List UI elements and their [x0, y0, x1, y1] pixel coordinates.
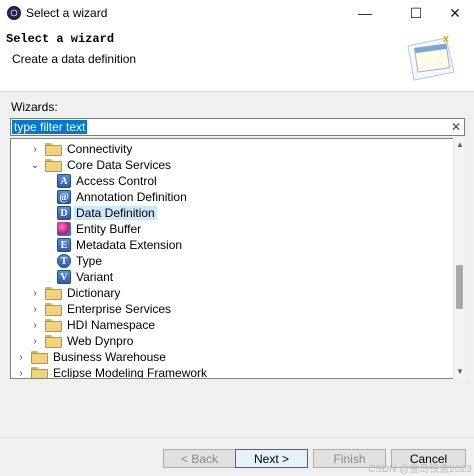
eclipse-app-icon	[7, 6, 21, 20]
metadata-extension-icon: E	[57, 238, 71, 252]
folder-icon	[45, 319, 62, 332]
tree-item-connectivity[interactable]: › Connectivity	[29, 141, 134, 157]
tree-item-label: Type	[76, 254, 103, 268]
tree-item-label: Metadata Extension	[76, 238, 183, 252]
chevron-right-icon[interactable]: ›	[15, 352, 27, 363]
close-button[interactable]: ✕	[435, 0, 474, 26]
folder-icon	[31, 351, 48, 364]
tree-scrollbar[interactable]: ▲ ▼	[453, 138, 465, 379]
clear-filter-icon[interactable]: ✕	[451, 119, 461, 135]
tree-item-data-definition[interactable]: D Data Definition	[57, 205, 157, 221]
chevron-right-icon[interactable]: ›	[29, 288, 41, 299]
tree-item-business-warehouse[interactable]: › Business Warehouse	[15, 349, 168, 365]
tree-item-label: Web Dynpro	[67, 334, 134, 348]
filter-text-selected[interactable]: type filter text	[12, 120, 88, 134]
scroll-thumb[interactable]	[456, 265, 463, 309]
folder-icon	[45, 335, 62, 348]
scroll-up-arrow-icon[interactable]: ▲	[454, 138, 466, 152]
next-button[interactable]: Next >	[235, 449, 308, 468]
wizards-label: Wizards:	[11, 100, 58, 114]
tree-item-label: Entity Buffer	[76, 222, 142, 236]
back-button[interactable]: < Back	[163, 449, 236, 468]
chevron-right-icon[interactable]: ›	[15, 368, 27, 379]
tree-item-label: Annotation Definition	[76, 190, 187, 204]
footer-divider	[0, 437, 474, 438]
window-title: Select a wizard	[26, 6, 108, 20]
chevron-right-icon[interactable]: ›	[29, 304, 41, 315]
chevron-down-icon[interactable]: ⌄	[29, 160, 41, 171]
wizard-tree[interactable]: › Connectivity ⌄ Core Data Services A Ac…	[10, 138, 465, 379]
header-title: Select a wizard	[6, 32, 115, 46]
tree-item-label: Data Definition	[74, 206, 157, 220]
tree-item-variant[interactable]: V Variant	[57, 269, 115, 285]
tree-item-label: Access Control	[76, 174, 157, 188]
title-bar: Select a wizard — ☐ ✕	[0, 0, 474, 26]
tree-item-type[interactable]: T Type	[57, 253, 104, 269]
tree-item-label: Enterprise Services	[67, 302, 172, 316]
minimize-button[interactable]: —	[345, 0, 385, 26]
folder-icon	[31, 367, 48, 378]
chevron-right-icon[interactable]: ›	[29, 144, 41, 155]
folder-icon	[45, 287, 62, 300]
tree-item-annotation-definition[interactable]: @ Annotation Definition	[57, 189, 189, 205]
tree-item-eclipse-modeling-framework[interactable]: › Eclipse Modeling Framework	[15, 365, 209, 379]
tree-item-label: HDI Namespace	[67, 318, 156, 332]
tree-item-entity-buffer[interactable]: Entity Buffer	[57, 221, 143, 237]
type-icon: T	[57, 254, 71, 268]
tree-item-metadata-extension[interactable]: E Metadata Extension	[57, 237, 184, 253]
data-definition-icon: D	[57, 206, 71, 220]
entity-buffer-icon	[57, 222, 71, 236]
chevron-right-icon[interactable]: ›	[29, 336, 41, 347]
tree-item-label: Core Data Services	[67, 158, 172, 172]
filter-input[interactable]: type filter text ✕	[10, 118, 465, 136]
access-control-icon: A	[57, 174, 71, 188]
chevron-right-icon[interactable]: ›	[29, 320, 41, 331]
tree-item-label: Business Warehouse	[53, 350, 166, 364]
tree-item-label: Variant	[76, 270, 114, 284]
tree-item-web-dynpro[interactable]: › Web Dynpro	[29, 333, 135, 349]
folder-open-icon	[45, 159, 62, 172]
tree-item-dictionary[interactable]: › Dictionary	[29, 285, 122, 301]
maximize-button[interactable]: ☐	[396, 0, 436, 26]
folder-icon	[45, 303, 62, 316]
watermark: CSDN @金岛铁盒2023	[368, 464, 472, 475]
tree-item-label: Dictionary	[67, 286, 121, 300]
tree-item-core-data-services[interactable]: ⌄ Core Data Services	[29, 157, 173, 173]
tree-item-hdi-namespace[interactable]: › HDI Namespace	[29, 317, 157, 333]
annotation-definition-icon: @	[57, 190, 71, 204]
folder-icon	[45, 143, 62, 156]
variant-icon: V	[57, 270, 71, 284]
tree-item-label: Eclipse Modeling Framework	[53, 366, 208, 379]
scroll-down-arrow-icon[interactable]: ▼	[454, 365, 466, 379]
wizard-header: Select a wizard Create a data definition	[0, 26, 474, 92]
tree-item-label: Connectivity	[67, 142, 133, 156]
tree-item-access-control[interactable]: A Access Control	[57, 173, 159, 189]
header-description: Create a data definition	[12, 52, 137, 66]
tree-item-enterprise-services[interactable]: › Enterprise Services	[29, 301, 173, 317]
wizard-banner-icon	[407, 35, 455, 81]
